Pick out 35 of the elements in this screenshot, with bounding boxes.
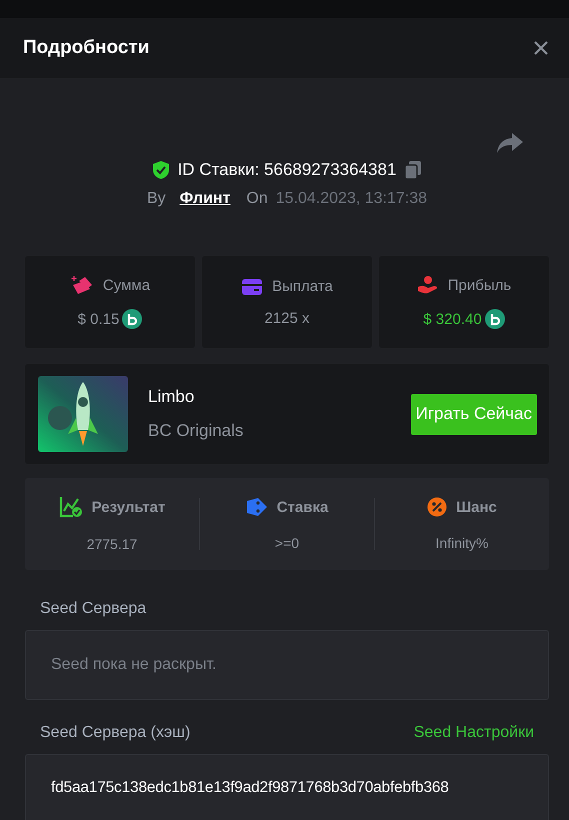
close-icon xyxy=(533,40,549,56)
shield-check-icon xyxy=(152,160,170,180)
chart-check-icon xyxy=(58,496,83,518)
server-seed-hash-label: Seed Сервера (хэш) xyxy=(40,724,190,743)
server-seed-field: Seed пока не раскрыт. xyxy=(25,630,549,700)
by-label: By xyxy=(146,190,166,208)
result-value: >=0 xyxy=(274,535,300,551)
result-label: Результат xyxy=(92,498,166,516)
share-icon[interactable] xyxy=(496,132,524,154)
server-seed-label: Seed Сервера xyxy=(40,600,146,619)
stat-label: Прибыль xyxy=(448,276,512,294)
result-label: Ставка xyxy=(276,498,328,516)
stat-label: Сумма xyxy=(102,276,150,294)
stat-label: Выплата xyxy=(272,278,333,295)
bet-date: 15.04.2023, 13:17:38 xyxy=(276,190,428,208)
seed-settings-link[interactable]: Seed Настройки xyxy=(414,724,534,744)
ticket-icon xyxy=(246,497,268,517)
bet-id: ID Ставки: 56689273364381 xyxy=(178,160,396,180)
copy-icon[interactable] xyxy=(404,160,422,180)
card-icon xyxy=(241,278,264,296)
result-value: Infinity% xyxy=(436,535,488,551)
game-name: Limbo xyxy=(148,387,196,407)
stat-value: $ 320.40 xyxy=(423,310,482,328)
tag-icon xyxy=(70,275,94,295)
game-provider: BC Originals xyxy=(148,421,244,441)
dialog-title: Подробности xyxy=(23,37,150,59)
stat-value: 2125 x xyxy=(264,310,310,326)
server-seed-hash-field: fd5aa175c138edc1b81e13f9ad2f9871768b3d70abfebfb368 xyxy=(25,754,549,820)
hand-coin-icon xyxy=(416,275,439,295)
user-link[interactable]: Флинт xyxy=(180,190,230,208)
result-value: 2775.17 xyxy=(86,536,138,552)
result-label: Шанс xyxy=(456,498,497,516)
stat-value: $ 0.15 xyxy=(78,310,120,328)
percent-icon xyxy=(427,497,448,517)
on-label: On xyxy=(246,190,268,208)
